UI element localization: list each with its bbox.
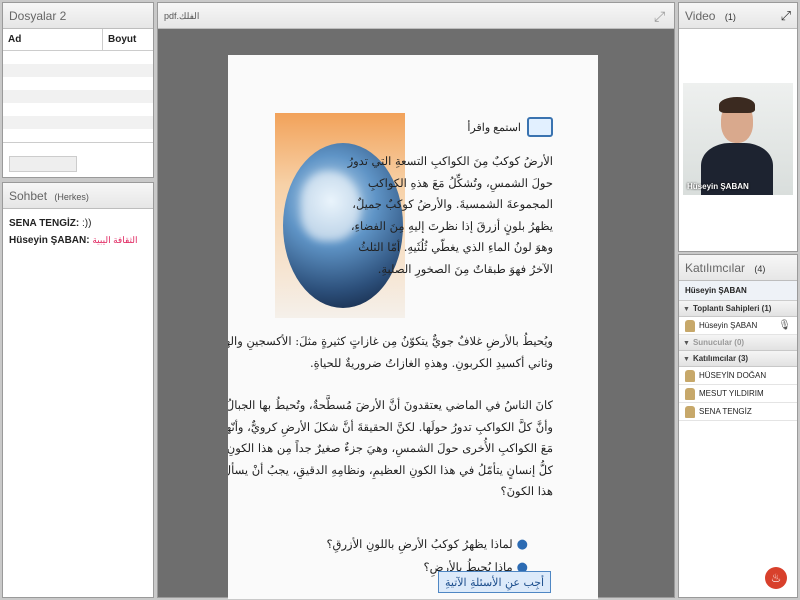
files-table-header: Ad Boyut (3, 29, 153, 51)
text-line: حولَ الشمسِ، وتُشكِّلُ مَعَ هذهِ الكواكب… (367, 175, 553, 190)
video-feed[interactable]: Hüseyin ŞABAN (683, 83, 793, 195)
chat-title: Sohbet (9, 189, 48, 203)
user-icon (685, 406, 695, 418)
collapse-icon: ▼ (683, 306, 690, 313)
chat-text: :)) (81, 218, 92, 229)
user-icon (685, 370, 695, 382)
answer-questions-label: أجِب عنِ الأسئلةِ الآتيةِ (438, 571, 552, 593)
video-panel: Video (1) ⤢ Hüseyin ŞABAN (678, 2, 798, 252)
group-hosts[interactable]: ▼ Toplantı Sahipleri (1) (679, 301, 797, 317)
col-name-header[interactable]: Ad (3, 29, 103, 50)
document-page[interactable]: استمع واقرأ الأرضُ كوكبٌ مِنَ الكواكبِ ا… (228, 55, 598, 599)
participant-row[interactable]: HÜSEYİN DOĞAN (679, 367, 797, 385)
text-line: وهوَ لونُ الماءِ الذي يغطّي ثُلُثَيهِ. أ… (358, 240, 553, 254)
collapse-icon: ▼ (683, 340, 690, 347)
user-icon (685, 388, 695, 400)
participants-panel: Katılımcılar (4) Hüseyin ŞABAN ▼ Toplantı… (678, 254, 798, 598)
upload-file-button[interactable] (9, 156, 77, 172)
participant-row[interactable]: SENA TENGİZ (679, 403, 797, 421)
text-line: المجموعةَ الشمسيةَ. والأرضُ كوكبٌ جميلٌ، (352, 197, 553, 211)
text-line: الأرضُ كوكبٌ مِنَ الكواكبِ التسعةِ التي … (347, 154, 553, 168)
group-label: Toplantı Sahipleri (1) (692, 304, 772, 313)
chat-panel: Sohbet (Herkes) SENA TENGİZ: :)) Hüseyin… (2, 182, 154, 598)
app-logo-icon: ♨ (765, 567, 787, 589)
chat-scope-selector[interactable]: (Herkes) (54, 192, 89, 202)
participant-name: SENA TENGİZ (699, 407, 752, 416)
paragraph-3: كانَ الناسُ في الماضي يعتقدونَ أنَّ الأر… (228, 395, 553, 503)
lesson-heading-text: استمع واقرأ (467, 121, 521, 134)
bullet-icon: ● (516, 537, 528, 552)
text-line: يظهرُ بلونٍ أزرقَ إذا نظرتَ إليهِ مِنَ ا… (350, 218, 553, 233)
text-line: هذا الكونَ؟ (500, 484, 554, 498)
files-panel: Dosyalar 2 Ad Boyut (2, 2, 154, 178)
chat-message: SENA TENGİZ: :)) (3, 215, 153, 232)
participant-name: MESUT YILDIRIM (699, 389, 764, 398)
text-line: الآخرُ فهوَ طبقاتٌ مِنَ الصخورِ الصلبةِ. (377, 261, 553, 276)
participants-title: Katılımcılar (685, 261, 746, 275)
chat-sender: Hüseyin ŞABAN: (9, 235, 90, 246)
user-icon (685, 320, 695, 332)
document-viewer: pdf.الفلك ⤢ استمع واقرأ الأرضُ كوكبٌ مِن… (157, 2, 675, 599)
microphone-icon[interactable]: 🎙 (778, 320, 791, 332)
book-icon (527, 117, 553, 137)
fullscreen-icon[interactable]: ⤢ (654, 9, 668, 23)
paragraph-1: الأرضُ كوكبٌ مِنَ الكواكبِ التسعةِ التي … (348, 151, 553, 280)
text-line: كلُّ إنسانٍ يتأمّلُ في هذا الكونِ العظيم… (228, 462, 553, 477)
paragraph-2: ويُحيطُ بالأرضِ غلافٌ جويٌّ يتكوّنُ مِن … (228, 331, 553, 374)
participant-name: HÜSEYİN DOĞAN (699, 371, 767, 380)
text-line: ويُحيطُ بالأرضِ غلافٌ جويٌّ يتكوّنُ مِن … (228, 334, 553, 348)
participants-count: (4) (754, 264, 766, 274)
question-item: ●لماذا يظهرُ كوكبُ الأرضِ باللونِ الأزرق… (326, 533, 528, 556)
participant-name: Hüseyin ŞABAN (699, 321, 758, 330)
lesson-heading: استمع واقرأ (433, 113, 553, 141)
group-attendees[interactable]: ▼ Katılımcılar (3) (679, 351, 797, 367)
video-title: Video (685, 9, 716, 23)
text-line: وأنَّ كلَّ الكواكبِ تدورُ حولَها. لكنَّ … (228, 419, 553, 434)
files-list (3, 51, 153, 143)
presenter-name: Hüseyin ŞABAN (687, 182, 749, 191)
group-label: Sunucular (0) (692, 338, 745, 347)
text-line: مَعَ الكواكبِ الأُخرى حولَ الشمسِ، وهيَ … (228, 441, 553, 455)
question-text: لماذا يظهرُ كوكبُ الأرضِ باللونِ الأزرقِ… (326, 537, 513, 551)
document-title: pdf.الفلك (158, 3, 674, 29)
chat-header: Sohbet (Herkes) (3, 183, 153, 209)
collapse-icon: ▼ (683, 356, 690, 363)
text-line: وثاني أكسيدِ الكربونِ. وهذهِ الغازاتُ ضر… (309, 355, 553, 370)
participant-row[interactable]: MESUT YILDIRIM (679, 385, 797, 403)
participant-row[interactable]: Hüseyin ŞABAN 🎙 (679, 317, 797, 335)
chat-sender: SENA TENGİZ: (9, 218, 80, 229)
chat-message: Hüseyin ŞABAN: الثقافة اليبية (3, 232, 153, 249)
group-label: Katılımcılar (3) (692, 354, 749, 363)
presenter-hair (719, 97, 755, 113)
expand-icon[interactable]: ⤢ (781, 9, 791, 23)
current-user-row[interactable]: Hüseyin ŞABAN (679, 281, 797, 301)
text-line: كانَ الناسُ في الماضي يعتقدونَ أنَّ الأر… (228, 398, 553, 412)
video-header: Video (1) (679, 3, 797, 29)
video-count: (1) (724, 12, 736, 22)
col-size-header[interactable]: Boyut (103, 29, 136, 50)
files-title: Dosyalar 2 (3, 3, 153, 29)
chat-text: الثقافة اليبية (92, 235, 138, 245)
group-presenters[interactable]: ▼ Sunucular (0) (679, 335, 797, 351)
participants-header: Katılımcılar (4) (679, 255, 797, 281)
